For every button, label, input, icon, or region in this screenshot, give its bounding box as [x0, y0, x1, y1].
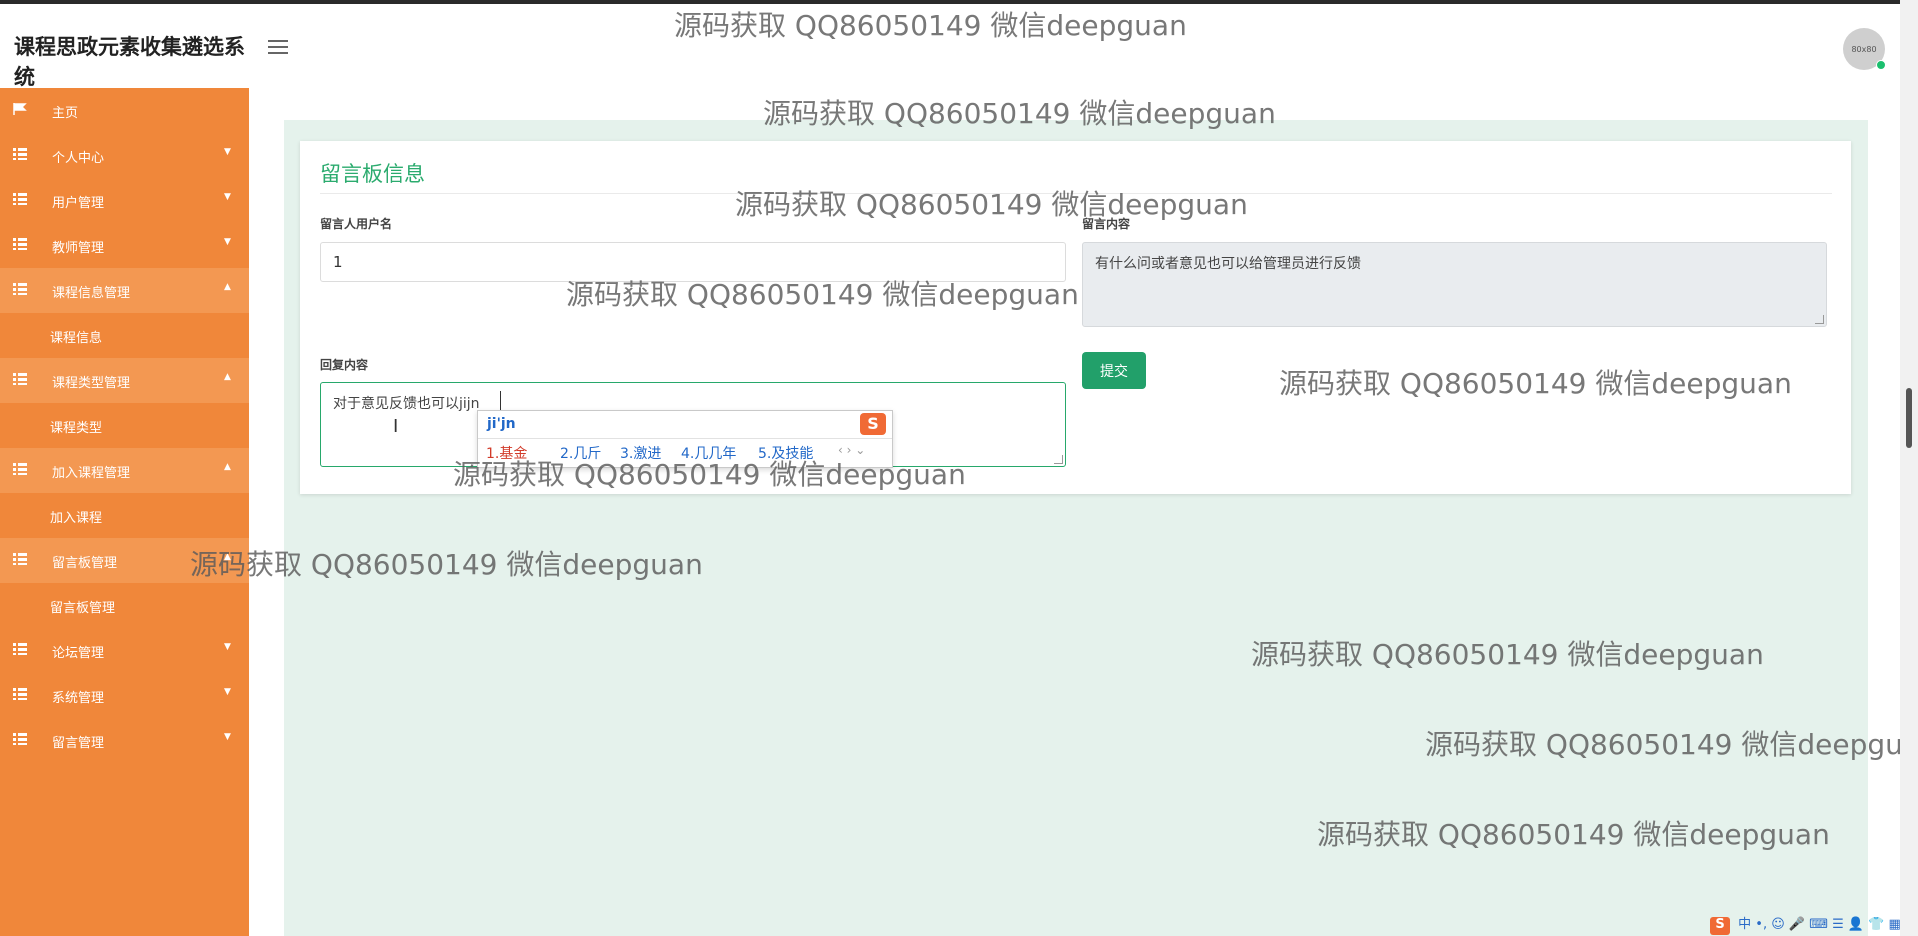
sidebar-item-label: 论坛管理 [52, 646, 105, 661]
ime-candidate-popup: ji'jn S 1.基金 2.几斤 3.激进 4.几几年 5.及技能 ‹ › ⌄ [477, 410, 893, 468]
sidebar-item-user-management[interactable]: 用户管理 ▼ [0, 178, 249, 223]
reply-label: 回复内容 [320, 358, 369, 372]
ime-candidate[interactable]: 4.几几年 [681, 443, 736, 463]
sidebar-item-forum-management[interactable]: 论坛管理 ▼ [0, 628, 249, 673]
sidebar-subitem-label: 加入课程 [50, 511, 103, 526]
sidebar-item-label: 课程类型管理 [52, 376, 131, 391]
sidebar-item-label: 主页 [52, 106, 79, 121]
sogou-logo-icon: S [860, 413, 886, 435]
sidebar-item-message-board-management[interactable]: 留言板管理 ▲ [0, 538, 249, 583]
grid-icon [13, 148, 27, 160]
sidebar-subitem-course-type[interactable]: 课程类型 [0, 403, 249, 448]
grid-icon [13, 283, 27, 295]
sidebar-item-personal-center[interactable]: 个人中心 ▼ [0, 133, 249, 178]
ime-toolbar-icons[interactable]: 中 •, ☺ 🎤 ⌨ ☰ 👤 👕 ▦ [1738, 917, 1901, 932]
sidebar-item-label: 留言管理 [52, 736, 105, 751]
grid-icon [13, 193, 27, 205]
page-scrollbar[interactable] [1900, 0, 1918, 936]
sidebar-subitem-label: 课程信息 [50, 331, 103, 346]
resize-handle[interactable] [1054, 455, 1063, 464]
grid-icon [13, 688, 27, 700]
title-divider [320, 193, 1832, 194]
ime-candidate[interactable]: 5.及技能 [758, 443, 813, 463]
sidebar: 主页 个人中心 ▼ 用户管理 ▼ 教师管理 ▼ 课程信息管理 ▲ 课程信息 课程… [0, 88, 249, 936]
resize-handle[interactable] [1815, 315, 1824, 324]
chevron-up-icon: ▲ [224, 462, 231, 472]
sidebar-item-system-management[interactable]: 系统管理 ▼ [0, 673, 249, 718]
text-cursor-icon: I [393, 416, 399, 437]
chevron-down-icon: ▼ [224, 642, 231, 652]
ime-candidate[interactable]: 1.基金 [486, 443, 527, 463]
sidebar-item-label: 系统管理 [52, 691, 105, 706]
sidebar-item-label: 课程信息管理 [52, 286, 131, 301]
grid-icon [13, 373, 27, 385]
app-title: 课程思政元素收集遴选系统 [14, 35, 245, 89]
content-label: 留言内容 [1082, 217, 1131, 231]
sidebar-item-label: 个人中心 [52, 151, 105, 166]
online-status-dot [1876, 60, 1886, 70]
grid-icon [13, 733, 27, 745]
sidebar-subitem-label: 课程类型 [50, 421, 103, 436]
grid-icon [13, 643, 27, 655]
scrollbar-thumb[interactable] [1906, 388, 1912, 448]
grid-icon [13, 553, 27, 565]
chevron-down-icon: ▼ [224, 192, 231, 202]
chevron-up-icon: ▲ [224, 552, 231, 562]
sidebar-subitem-join-course[interactable]: 加入课程 [0, 493, 249, 538]
sidebar-subitem-label: 留言板管理 [50, 601, 116, 616]
sidebar-subitem-message-board[interactable]: 留言板管理 [0, 583, 249, 628]
page-title: 留言板信息 [320, 162, 425, 186]
sidebar-item-teacher-management[interactable]: 教师管理 ▼ [0, 223, 249, 268]
ime-composition: ji'jn [487, 416, 516, 432]
chevron-down-icon: ▼ [224, 147, 231, 157]
content-textarea[interactable]: 有什么问或者意见也可以给管理员进行反馈 [1082, 242, 1827, 327]
flag-icon [13, 103, 27, 115]
chevron-up-icon: ▲ [224, 282, 231, 292]
username-label: 留言人用户名 [320, 217, 393, 231]
sidebar-item-label: 教师管理 [52, 241, 105, 256]
chevron-down-icon: ▼ [224, 237, 231, 247]
sidebar-item-course-type-management[interactable]: 课程类型管理 ▲ [0, 358, 249, 403]
text-caret [500, 391, 501, 411]
ime-candidate[interactable]: 2.几斤 [560, 443, 601, 463]
sidebar-item-label: 留言板管理 [52, 556, 118, 571]
username-field[interactable] [320, 242, 1066, 282]
hamburger-menu-icon[interactable] [268, 40, 288, 56]
grid-icon [13, 463, 27, 475]
submit-button[interactable]: 提交 [1082, 352, 1146, 389]
grid-icon [13, 238, 27, 250]
ime-toolbar: S 中 •, ☺ 🎤 ⌨ ☰ 👤 👕 ▦ [1710, 913, 1901, 936]
ime-divider [478, 438, 892, 439]
sidebar-item-course-info-management[interactable]: 课程信息管理 ▲ [0, 268, 249, 313]
sidebar-subitem-course-info[interactable]: 课程信息 [0, 313, 249, 358]
sogou-logo-icon: S [1710, 917, 1730, 935]
chevron-down-icon: ▼ [224, 687, 231, 697]
chevron-down-icon: ▼ [224, 732, 231, 742]
chevron-up-icon: ▲ [224, 372, 231, 382]
sidebar-item-label: 用户管理 [52, 196, 105, 211]
sidebar-item-message-management[interactable]: 留言管理 ▼ [0, 718, 249, 763]
sidebar-item-home[interactable]: 主页 [0, 88, 249, 133]
ime-page-arrows-icon[interactable]: ‹ › ⌄ [838, 443, 865, 457]
sidebar-item-join-course-management[interactable]: 加入课程管理 ▲ [0, 448, 249, 493]
top-header: 课程思政元素收集遴选系统 80x80 [0, 4, 1900, 89]
sidebar-item-label: 加入课程管理 [52, 466, 131, 481]
ime-candidate[interactable]: 3.激进 [620, 443, 661, 463]
